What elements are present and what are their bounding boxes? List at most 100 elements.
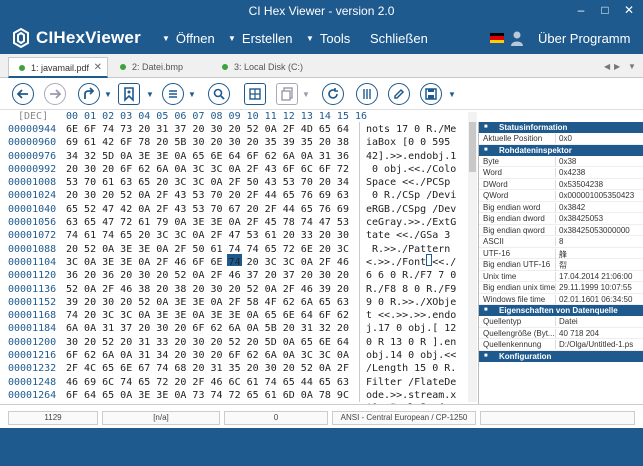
close-button[interactable]: ✕ — [615, 0, 643, 22]
property-row[interactable]: Aktuelle Position 0x0 — [479, 133, 643, 145]
columns-icon[interactable] — [356, 83, 378, 105]
list-dropdown-icon[interactable]: ▼ — [188, 90, 196, 99]
row-ascii[interactable]: j.17 0 obj.[ 12 — [366, 323, 456, 334]
row-ascii[interactable]: 9 0 R.>>./XObje — [366, 297, 456, 308]
row-hex-bytes[interactable]: 46 69 6C 74 65 72 20 2F 46 6C 61 74 65 4… — [66, 377, 349, 388]
copy-icon[interactable] — [276, 83, 298, 105]
row-hex-bytes[interactable]: 6E 6F 74 73 20 31 37 20 30 20 52 0A 2F 4… — [66, 124, 349, 135]
row-hex-bytes[interactable]: 74 61 74 65 20 3C 3C 0A 2F 47 53 61 20 3… — [66, 230, 349, 241]
row-ascii[interactable]: 0 obj.<<./Colo — [366, 164, 456, 175]
collapse-icon[interactable]: ■ — [484, 122, 488, 133]
close-tab-icon[interactable]: ✕ — [94, 58, 102, 78]
row-hex-bytes[interactable]: 63 65 47 72 61 79 0A 3E 3E 0A 2F 45 78 7… — [66, 217, 349, 228]
section-header[interactable]: ■ Konfiguration — [479, 350, 643, 362]
row-hex-bytes[interactable]: 6F 64 65 0A 3E 3E 0A 73 74 72 65 61 6D 0… — [66, 390, 349, 401]
property-row[interactable]: Windows file time 02.01.1601 06:34:50 — [479, 294, 643, 305]
save-dropdown-icon[interactable]: ▼ — [448, 90, 456, 99]
collapse-icon[interactable]: ■ — [484, 351, 488, 362]
row-ascii[interactable]: ceGray.>>./ExtG — [366, 217, 456, 228]
row-ascii[interactable]: Filter /FlateDe — [366, 377, 456, 388]
forward-icon[interactable] — [44, 83, 66, 105]
property-row[interactable]: Big endian word 0x3842 — [479, 202, 643, 213]
row-ascii[interactable]: <.>>./Font <<./ — [366, 257, 456, 268]
row-hex-bytes[interactable]: 39 20 30 20 52 0A 3E 3E 0A 2F 58 4F 62 6… — [66, 297, 349, 308]
tab-scroll-right-icon[interactable]: ▶ — [614, 62, 620, 71]
germany-flag-icon[interactable] — [490, 33, 504, 43]
row-ascii[interactable]: obj.14 0 obj.<< — [366, 350, 456, 361]
property-row[interactable]: Big endian dword 0x38425053 — [479, 213, 643, 225]
row-hex-bytes[interactable]: 74 20 3C 3C 0A 3E 3E 0A 3E 3E 0A 65 6E 6… — [66, 310, 349, 321]
property-row[interactable]: Byte 0x38 — [479, 156, 643, 167]
row-hex-bytes[interactable]: 3C 0A 3E 3E 0A 2F 46 6F 6E 74 20 3C 3C 0… — [66, 257, 349, 268]
hex-scrollbar[interactable] — [468, 112, 477, 402]
property-row[interactable]: QWord 0x000001005350423 — [479, 190, 643, 202]
property-row[interactable]: ASCII 8 — [479, 236, 643, 248]
row-ascii[interactable]: t <<.>>.>>.endo — [366, 310, 456, 321]
row-ascii[interactable]: 0 R 13 0 R ].en — [366, 337, 456, 348]
property-row[interactable]: Quellenkennung D:/Olga/Untitled-1.ps — [479, 339, 643, 351]
menu-close[interactable]: Schließen — [370, 31, 428, 46]
row-ascii[interactable]: 42].>>.endobj.1 — [366, 151, 456, 162]
collapse-icon[interactable]: ■ — [484, 305, 488, 316]
tab-datei[interactable]: 2: Datei.bmp — [110, 57, 210, 78]
copy-dropdown-icon[interactable]: ▼ — [302, 90, 310, 99]
menu-tools[interactable]: ▼ Tools — [306, 31, 350, 46]
row-hex-bytes[interactable]: 69 61 42 6F 78 20 5B 30 20 30 20 35 39 3… — [66, 137, 349, 148]
user-icon[interactable] — [510, 30, 524, 46]
property-row[interactable]: UTF-16 艂 — [479, 248, 643, 260]
bookmark-dropdown-icon[interactable]: ▼ — [146, 90, 154, 99]
grid-icon[interactable] — [244, 83, 266, 105]
redo-dropdown-icon[interactable]: ▼ — [104, 90, 112, 99]
list-icon[interactable] — [162, 83, 184, 105]
property-row[interactable]: DWord 0x53504238 — [479, 179, 643, 190]
tab-javamail[interactable]: 1: javamail.pdf ✕ — [8, 57, 108, 78]
row-ascii[interactable]: iaBox [0 0 595 — [366, 137, 450, 148]
status-encoding[interactable]: ANSI - Central European / CP-1250 — [332, 411, 476, 425]
row-hex-bytes[interactable]: 6A 0A 31 37 20 30 20 6F 62 6A 0A 5B 20 3… — [66, 323, 349, 334]
row-hex-bytes[interactable]: 20 30 20 52 0A 2F 43 53 70 20 2F 44 65 7… — [66, 190, 349, 201]
row-hex-bytes[interactable]: 20 30 20 6F 62 6A 0A 3C 3C 0A 2F 43 6F 6… — [66, 164, 349, 175]
row-ascii[interactable]: /Length 15 0 R. — [366, 363, 456, 374]
property-row[interactable]: Big endian qword 0x38425053000000 — [479, 225, 643, 236]
redo-icon[interactable] — [78, 83, 100, 105]
bookmark-icon[interactable] — [118, 83, 140, 105]
refresh-icon[interactable] — [322, 83, 344, 105]
section-header[interactable]: ■ Eigenschaften von Datenquelle — [479, 305, 643, 316]
row-ascii[interactable]: nots 17 0 R./Me — [366, 124, 456, 135]
row-ascii[interactable]: tate <<./GSa 3 — [366, 230, 456, 241]
property-row[interactable]: Big endian UTF-16 㡂 — [479, 259, 643, 271]
scroll-thumb[interactable] — [469, 122, 476, 172]
edit-icon[interactable] — [388, 83, 410, 105]
row-hex-bytes[interactable]: 6F 62 6A 0A 31 34 20 30 20 6F 62 6A 0A 3… — [66, 350, 349, 361]
property-row[interactable]: Big endian unix time 29.11.1999 10:07:55 — [479, 282, 643, 294]
row-ascii[interactable]: R./F8 8 0 R./F9 — [366, 284, 456, 295]
row-ascii[interactable]: 0 R./CSp /Devi — [366, 190, 456, 201]
row-hex-bytes[interactable]: 52 0A 2F 46 38 20 38 20 30 20 52 0A 2F 4… — [66, 284, 349, 295]
back-icon[interactable] — [12, 83, 34, 105]
row-ascii[interactable]: ode.>>.stream.x — [366, 390, 456, 401]
save-icon[interactable] — [420, 83, 442, 105]
search-icon[interactable] — [208, 83, 230, 105]
row-hex-bytes[interactable]: 2F 4C 65 6E 67 74 68 20 31 35 20 30 20 5… — [66, 363, 349, 374]
row-hex-bytes[interactable]: 53 70 61 63 65 20 3C 3C 0A 2F 50 43 53 7… — [66, 177, 349, 188]
section-header[interactable]: ■ Rohdateninspektor — [479, 144, 643, 156]
tab-local-disk[interactable]: 3: Local Disk (C:) — [212, 57, 322, 78]
row-ascii[interactable]: R.>>./Pattern — [366, 244, 456, 255]
row-ascii[interactable]: eRGB./CSpg /Dev — [366, 204, 456, 215]
tab-scroll-left-icon[interactable]: ◀ — [604, 62, 610, 71]
property-row[interactable]: Quellentyp Datei — [479, 316, 643, 328]
property-row[interactable]: Unix time 17.04.2014 21:06:00 — [479, 271, 643, 282]
row-hex-bytes[interactable]: 36 20 36 20 30 20 52 0A 2F 46 37 20 37 2… — [66, 270, 349, 281]
row-hex-bytes[interactable]: 20 52 0A 3E 3E 0A 2F 50 61 74 74 65 72 6… — [66, 244, 349, 255]
row-hex-bytes[interactable]: 65 52 47 42 0A 2F 43 53 70 67 20 2F 44 6… — [66, 204, 349, 215]
section-header[interactable]: ■ Statusinformation — [479, 122, 643, 133]
tab-menu-icon[interactable]: ▼ — [628, 62, 636, 71]
menu-about[interactable]: Über Programm — [538, 31, 630, 46]
row-ascii[interactable]: Space <<./PCSp — [366, 177, 450, 188]
row-hex-bytes[interactable]: 30 20 52 20 31 33 20 30 20 52 20 5D 0A 6… — [66, 337, 349, 348]
row-hex-bytes[interactable]: 34 32 5D 0A 3E 3E 0A 65 6E 64 6F 62 6A 0… — [66, 151, 349, 162]
menu-create[interactable]: ▼ Erstellen — [228, 31, 293, 46]
collapse-icon[interactable]: ■ — [484, 145, 488, 156]
hex-view[interactable]: [DEC] 00 01 02 03 04 05 06 07 08 09 10 1… — [0, 110, 478, 414]
property-row[interactable]: Word 0x4238 — [479, 167, 643, 179]
